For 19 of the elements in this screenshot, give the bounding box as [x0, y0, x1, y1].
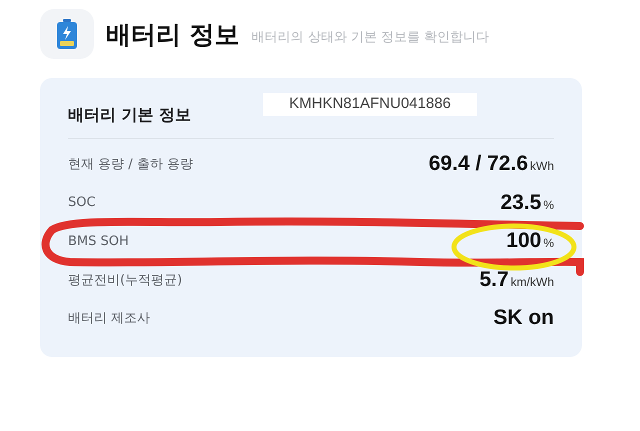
row-value: SK on — [493, 306, 554, 330]
row-value: 23.5 — [500, 190, 542, 215]
page-subtitle: 배터리의 상태와 기본 정보를 확인합니다 — [252, 29, 490, 46]
unit-label: % — [543, 236, 554, 250]
unit-label: km/kWh — [510, 274, 554, 289]
row-value: 100 — [506, 229, 542, 254]
unit-label: % — [543, 198, 554, 212]
page-title: 배터리 정보 — [106, 18, 240, 50]
unit-label: kWh — [530, 159, 554, 174]
card-title: 배터리 기본 정보 — [68, 104, 192, 126]
row-label: BMS SOH — [68, 234, 129, 249]
row-label: 평균전비(누적평균) — [68, 272, 182, 289]
row-label: 현재 용량 / 출하 용량 — [68, 156, 193, 174]
vin-label: KMHKN81AFNU041886 — [263, 92, 477, 116]
row-label: SOC — [68, 195, 96, 210]
row-value: 69.4 / 72.6 — [428, 152, 528, 176]
row-value: 5.7 — [479, 268, 509, 292]
row-label: 배터리 제조사 — [68, 310, 150, 328]
battery-icon — [57, 19, 77, 49]
